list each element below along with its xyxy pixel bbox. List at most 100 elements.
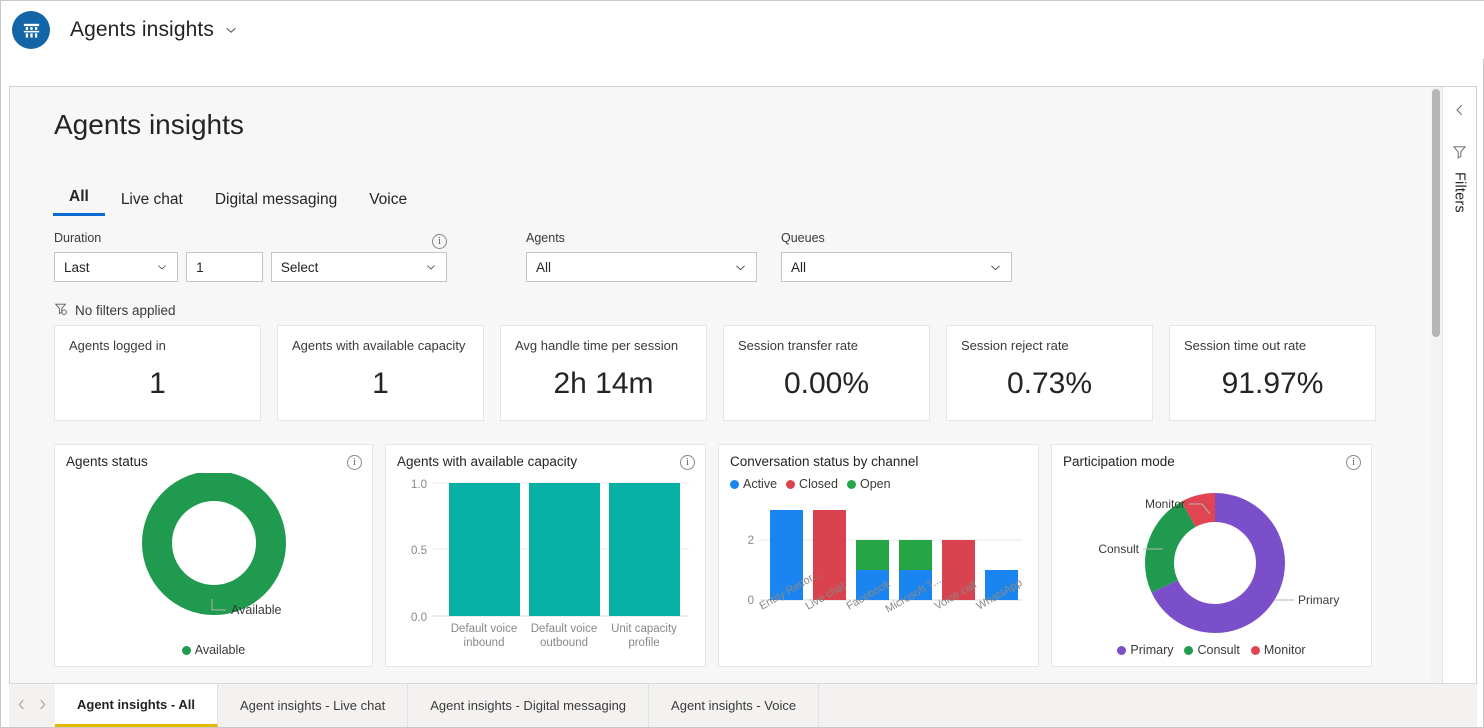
chevron-down-icon — [734, 261, 747, 274]
legend-color-dot — [846, 479, 856, 489]
kpi-title: Session transfer rate — [738, 338, 858, 353]
kpi-card-agents-with-available-capacity[interactable]: Agents with available capacity 1 — [277, 325, 484, 421]
kpi-card-agents-logged-in[interactable]: Agents logged in 1 — [54, 325, 261, 421]
kpi-title: Agents with available capacity — [292, 338, 466, 353]
kpi-title: Session reject rate — [961, 338, 1069, 353]
legend-color-dot — [786, 479, 796, 489]
visual-agents-status[interactable]: Agents status i Available Available — [54, 444, 373, 667]
visual-title: Agents with available capacity — [397, 454, 578, 469]
page-tab-bar-filler — [819, 684, 1477, 727]
legend-label: Monitor — [1263, 643, 1306, 657]
legend-item-active[interactable]: Active — [730, 477, 777, 491]
app-logo-icon — [12, 11, 50, 49]
tab-digital-messaging[interactable]: Digital messaging — [199, 191, 353, 216]
visual-agents-with-available-capacity[interactable]: Agents with available capacity i 0.0 0.5… — [385, 444, 706, 667]
queues-value: All — [791, 259, 807, 275]
duration-relation-select[interactable]: Last — [54, 252, 179, 282]
kpi-card-row: Agents logged in 1 Agents with available… — [54, 325, 1376, 421]
x-tick-label: Default voice — [531, 623, 597, 635]
visual-conversation-status-by-channel[interactable]: Conversation status by channel Active Cl… — [718, 444, 1039, 667]
chevron-down-icon — [425, 261, 437, 273]
page-tab-agent-insights-digital-messaging[interactable]: Agent insights - Digital messaging — [408, 684, 650, 727]
x-tick-label: Default voice — [451, 623, 517, 635]
chevron-left-icon[interactable] — [17, 699, 26, 713]
y-tick-label: 0.0 — [411, 612, 427, 624]
y-tick-label: 0.5 — [411, 545, 427, 557]
bar-default-voice-inbound — [449, 483, 520, 616]
donut-callout-label: Available — [231, 603, 282, 617]
kpi-value: 1 — [149, 366, 166, 400]
report-frame: Agents insights All Live chat Digital me… — [9, 86, 1477, 684]
duration-amount-input[interactable]: 1 — [186, 252, 263, 282]
queues-filter-group: Queues All — [781, 231, 1012, 282]
filter-icon[interactable] — [1452, 144, 1467, 164]
agents-select[interactable]: All — [526, 252, 757, 282]
chevron-left-icon[interactable] — [1453, 103, 1467, 122]
bar-segment-open — [856, 540, 889, 570]
kpi-value: 1 — [372, 366, 389, 400]
legend-item-open[interactable]: Open — [846, 477, 891, 491]
tab-live-chat[interactable]: Live chat — [105, 191, 199, 216]
filters-rail: Filters — [1442, 87, 1476, 683]
kpi-card-avg-handle-time-per-session[interactable]: Avg handle time per session 2h 14m — [500, 325, 707, 421]
kpi-value: 0.00% — [783, 366, 870, 400]
app-title: Agents insights — [70, 18, 214, 41]
tab-voice[interactable]: Voice — [353, 191, 423, 216]
capacity-bar-chart: 0.0 0.5 1.0 Default voice inbound Defaul… — [411, 479, 689, 649]
scrollbar-thumb[interactable] — [1432, 89, 1440, 337]
x-tick-label: Unit capacity — [611, 623, 677, 635]
queues-select[interactable]: All — [781, 252, 1012, 282]
x-tick-label: outbound — [540, 637, 588, 649]
chevron-down-icon — [156, 261, 168, 273]
chevron-down-icon — [989, 261, 1002, 274]
legend-color-dot — [730, 479, 739, 489]
legend-item-monitor[interactable]: Monitor — [1250, 643, 1306, 657]
y-tick-label: 1.0 — [411, 479, 427, 491]
page-tab-bar: Agent insights - All Agent insights - Li… — [9, 683, 1477, 727]
legend-label: Open — [859, 477, 891, 491]
agents-status-info-icon[interactable]: i — [347, 455, 362, 470]
page-nav-arrows — [9, 684, 55, 727]
chevron-right-icon[interactable] — [38, 699, 47, 713]
legend-label: Active — [743, 477, 778, 491]
filter-off-icon — [54, 302, 68, 319]
filters-status-text: No filters applied — [75, 303, 176, 318]
page-tab-agent-insights-all[interactable]: Agent insights - All — [55, 684, 218, 727]
donut-callout-label-monitor: Monitor — [1145, 497, 1185, 511]
canvas-vertical-scrollbar[interactable] — [1430, 87, 1442, 683]
duration-relation-value: Last — [64, 259, 90, 275]
kpi-card-session-time-out-rate[interactable]: Session time out rate 91.97% — [1169, 325, 1376, 421]
kpi-card-session-reject-rate[interactable]: Session reject rate 0.73% — [946, 325, 1153, 421]
bar-segment-open — [899, 540, 932, 570]
page-tab-agent-insights-live-chat[interactable]: Agent insights - Live chat — [218, 684, 409, 727]
x-tick-label: profile — [628, 637, 659, 649]
page-tab-agent-insights-voice[interactable]: Agent insights - Voice — [649, 684, 820, 727]
kpi-value: 0.73% — [1006, 366, 1093, 400]
legend-color-dot — [1250, 645, 1260, 655]
legend-item-consult[interactable]: Consult — [1184, 643, 1240, 657]
duration-label: Duration — [54, 231, 102, 245]
duration-unit-value: Select — [280, 259, 319, 275]
donut-callout-label-primary: Primary — [1298, 593, 1339, 607]
legend-color-dot — [1184, 645, 1194, 655]
kpi-title: Session time out rate — [1184, 338, 1307, 353]
legend-item-available[interactable]: Available — [181, 643, 245, 657]
legend-color-dot — [1117, 645, 1127, 655]
filters-status: No filters applied — [54, 302, 176, 319]
kpi-card-session-transfer-rate[interactable]: Session transfer rate 0.00% — [723, 325, 930, 421]
legend-item-primary[interactable]: Primary — [1117, 643, 1173, 657]
duration-amount-value: 1 — [196, 259, 204, 275]
legend-label: Consult — [1197, 643, 1240, 657]
tab-all[interactable]: All — [53, 188, 105, 216]
capacity-info-icon[interactable]: i — [680, 455, 695, 470]
chevron-down-icon[interactable] — [224, 23, 238, 37]
agents-label: Agents — [526, 231, 565, 245]
kpi-title: Avg handle time per session — [515, 338, 679, 353]
duration-unit-select[interactable]: Select — [270, 252, 448, 282]
duration-info-icon[interactable]: i — [432, 234, 447, 249]
app-header: Agents insights — [1, 1, 1484, 59]
legend-item-closed[interactable]: Closed — [786, 477, 838, 491]
visual-participation-mode[interactable]: Participation mode i Monitor Consult Pri… — [1051, 444, 1372, 667]
agents-value: All — [536, 259, 552, 275]
participation-mode-donut: Monitor Consult Primary — [1098, 493, 1339, 633]
